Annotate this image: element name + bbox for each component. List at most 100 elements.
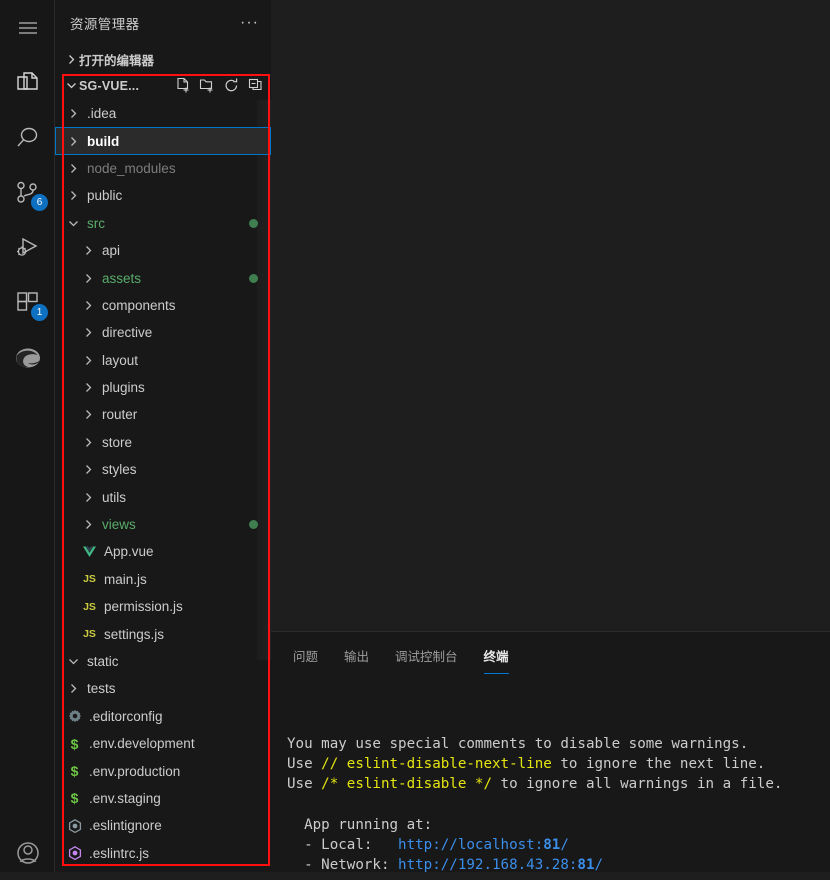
gear-icon — [65, 709, 84, 723]
eslint-purple-icon — [65, 846, 84, 861]
section-open-editors[interactable]: 打开的编辑器 — [55, 46, 271, 72]
dollar-icon: $ — [70, 763, 79, 780]
tree-folder-row[interactable]: src — [55, 210, 271, 237]
tree-folder-row[interactable]: node_modules — [55, 155, 271, 182]
panel-tabs: 问题 输出 调试控制台 终端 — [271, 632, 830, 692]
dollar-icon: $ — [70, 735, 79, 752]
tree-item-label: tests — [87, 681, 116, 697]
chevron-right-icon — [63, 54, 79, 65]
tree-file-row[interactable]: $ .env.staging — [55, 785, 271, 812]
search-icon[interactable] — [0, 110, 55, 165]
tree-file-row[interactable]: .eslintignore — [55, 812, 271, 839]
chevron-right-icon — [80, 245, 97, 256]
extensions-icon[interactable]: 1 — [0, 275, 55, 330]
tree-file-row[interactable]: $ .env.production — [55, 757, 271, 784]
file-tree[interactable]: .idea build node_modulespublic src api assets… — [55, 100, 271, 872]
tree-folder-row[interactable]: directive — [55, 319, 271, 346]
tree-file-row[interactable]: App.vue — [55, 538, 271, 565]
tree-folder-row[interactable]: public — [55, 182, 271, 209]
run-debug-icon[interactable] — [0, 220, 55, 275]
chevron-right-icon — [65, 136, 82, 147]
js-icon: JS — [83, 628, 96, 641]
chevron-down-icon — [65, 656, 82, 667]
terminal-line: - Network: http://192.168.43.28:81/ — [287, 857, 604, 874]
tree-file-row[interactable]: JS settings.js — [55, 620, 271, 647]
terminal-url: http://localhost: — [398, 837, 544, 854]
sidebar-title: 资源管理器 ··· — [55, 0, 271, 46]
tree-folder-row[interactable]: api — [55, 237, 271, 264]
terminal-line: - Local: http://localhost:81/ — [287, 837, 569, 854]
tree-file-row[interactable]: JS main.js — [55, 566, 271, 593]
tree-folder-row[interactable]: views — [55, 511, 271, 538]
section-open-editors-label: 打开的编辑器 — [79, 53, 155, 68]
sidebar-title-text: 资源管理器 — [70, 17, 140, 32]
tree-folder-row[interactable]: static — [55, 648, 271, 675]
chevron-right-icon — [80, 464, 97, 475]
terminal-line: You may use special comments to disable … — [287, 736, 749, 752]
collapse-all-icon[interactable] — [244, 76, 266, 96]
tree-item-label: .idea — [87, 106, 117, 122]
tree-file-row[interactable]: .editorconfig — [55, 703, 271, 730]
tree-item-label: api — [102, 243, 121, 259]
tree-folder-row[interactable]: assets — [55, 264, 271, 291]
chevron-right-icon — [80, 519, 97, 530]
chevron-right-icon — [80, 382, 97, 393]
tree-folder-row[interactable]: store — [55, 429, 271, 456]
tree-file-row[interactable]: JS permission.js — [55, 593, 271, 620]
chevron-right-icon — [80, 300, 97, 311]
tree-item-label: App.vue — [104, 544, 154, 560]
panel-tab[interactable]: 输出 — [344, 646, 369, 674]
explorer-icon[interactable] — [0, 55, 55, 110]
tree-folder-row[interactable]: tests — [55, 675, 271, 702]
tree-file-row[interactable]: .eslintrc.js — [55, 840, 271, 867]
eslint-gray-icon — [65, 818, 84, 833]
tree-folder-row[interactable]: router — [55, 401, 271, 428]
tree-item-label: directive — [102, 325, 153, 341]
chevron-right-icon — [80, 492, 97, 503]
chevron-right-icon — [80, 409, 97, 420]
tree-item-label: .editorconfig — [89, 708, 163, 724]
tree-folder-row[interactable]: plugins — [55, 374, 271, 401]
source-control-badge: 6 — [31, 194, 48, 211]
tree-item-label: utils — [102, 489, 127, 505]
menu-icon[interactable] — [0, 0, 55, 55]
sidebar-scrollbar[interactable] — [257, 100, 271, 660]
tree-folder-row[interactable]: utils — [55, 483, 271, 510]
activity-bar: 6 1 — [0, 0, 55, 872]
refresh-icon[interactable] — [220, 76, 242, 96]
tree-folder-row[interactable]: build — [55, 127, 271, 155]
project-actions — [172, 76, 271, 96]
tree-folder-row[interactable]: layout — [55, 347, 271, 374]
tree-item-label: views — [102, 517, 136, 533]
panel-tab[interactable]: 调试控制台 — [395, 646, 458, 674]
edge-tools-icon[interactable] — [0, 330, 55, 385]
tree-folder-row[interactable]: .idea — [55, 100, 271, 127]
terminal-line: Use /* eslint-disable */ to ignore all w… — [287, 776, 783, 793]
panel-tab[interactable]: 问题 — [293, 646, 318, 674]
tree-item-label: plugins — [102, 380, 145, 396]
terminal-line: Use // eslint-disable-next-line to ignor… — [287, 756, 766, 773]
project-root-name: SG-VUE... — [79, 78, 140, 93]
tree-file-row[interactable]: $ .env.development — [55, 730, 271, 757]
source-control-icon[interactable]: 6 — [0, 165, 55, 220]
vscode-window: 6 1 资源管理器 ··· 打开的编辑器 SG-VUE... .idea bui… — [0, 0, 830, 875]
terminal-output[interactable]: You may use special comments to disable … — [271, 692, 830, 875]
tree-item-label: public — [87, 188, 123, 204]
terminal-url: / — [594, 857, 604, 874]
chevron-right-icon — [65, 163, 82, 174]
tree-item-label: permission.js — [104, 599, 183, 615]
panel-tab[interactable]: 终端 — [483, 646, 509, 674]
tree-folder-row[interactable]: components — [55, 292, 271, 319]
dollar-icon: $ — [70, 790, 79, 807]
tree-item-label: .eslintrc.js — [89, 845, 150, 861]
new-folder-icon[interactable] — [196, 76, 218, 96]
chevron-right-icon — [80, 327, 97, 338]
tree-folder-row[interactable]: styles — [55, 456, 271, 483]
tree-item-label: .eslintignore — [89, 818, 162, 834]
tree-item-label: node_modules — [87, 160, 176, 176]
editor-area — [271, 0, 830, 631]
more-actions-icon[interactable]: ··· — [240, 15, 263, 31]
new-file-icon[interactable] — [172, 76, 194, 96]
project-root-header[interactable]: SG-VUE... — [55, 72, 271, 99]
